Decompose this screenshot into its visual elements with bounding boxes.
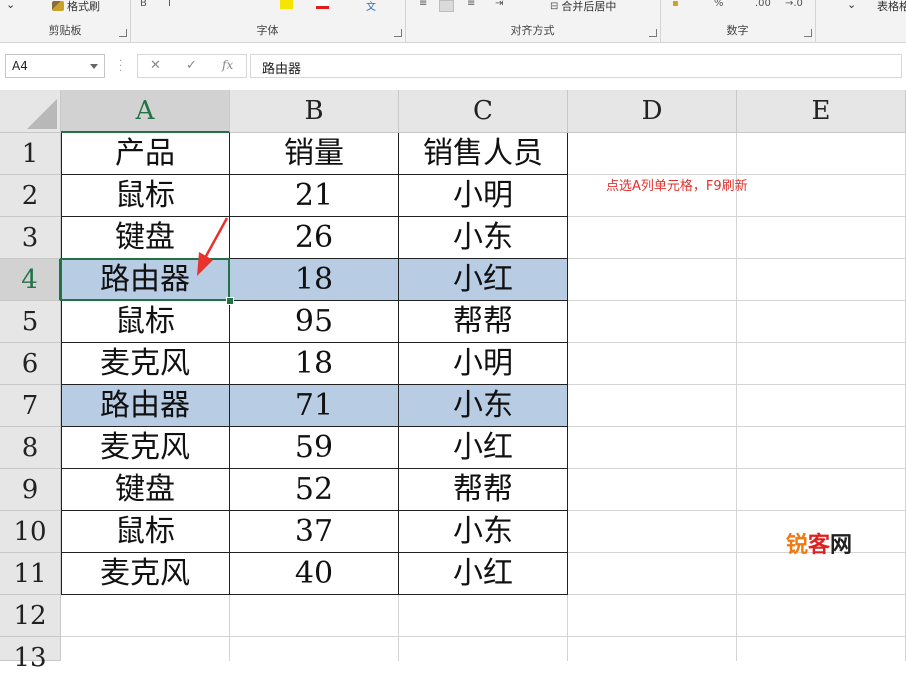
- arrow-shaft: [203, 217, 229, 259]
- arrow-head-icon: [197, 252, 213, 276]
- annotation-arrow: [197, 217, 229, 276]
- watermark-logo: 锐客网: [786, 533, 853, 558]
